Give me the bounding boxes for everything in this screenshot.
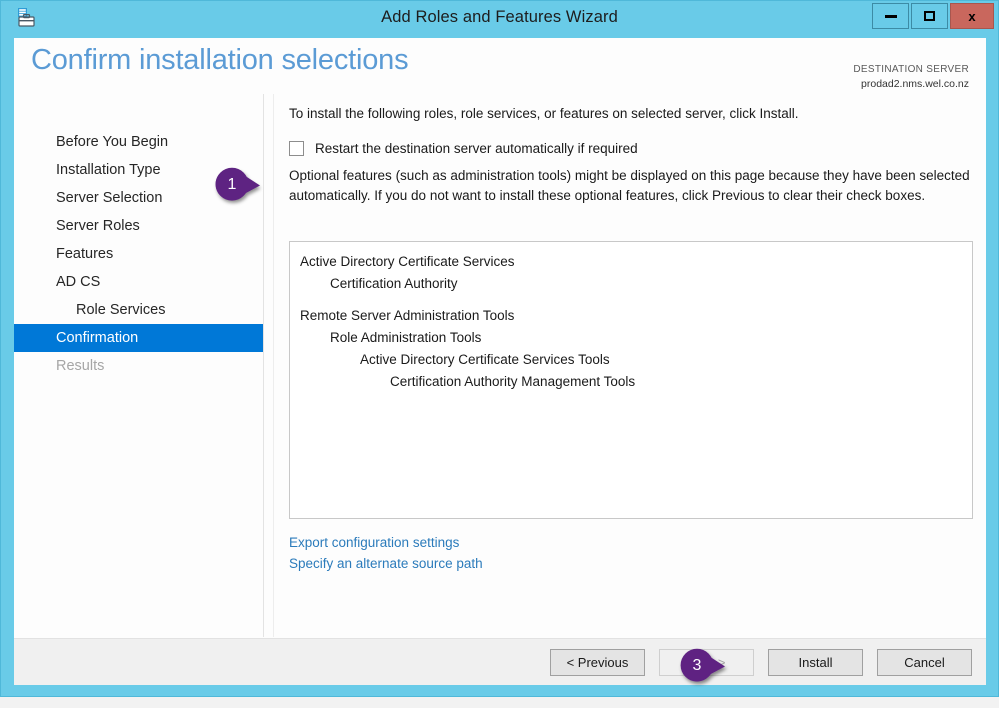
list-separator xyxy=(290,295,972,305)
sidebar-item-results: Results xyxy=(56,358,105,374)
links-group: Export configuration settings Specify an… xyxy=(289,532,483,574)
export-configuration-settings-link[interactable]: Export configuration settings xyxy=(289,532,483,553)
desktop-backdrop-content xyxy=(0,702,999,708)
restart-checkbox[interactable] xyxy=(289,141,304,156)
list-item: Remote Server Administration Tools xyxy=(300,308,515,323)
nav-divider-secondary xyxy=(273,94,274,637)
minimize-button[interactable] xyxy=(872,3,909,29)
destination-server-label: DESTINATION SERVER xyxy=(853,64,969,75)
sidebar-item-ad-cs[interactable]: AD CS xyxy=(14,268,263,296)
list-item: Active Directory Certificate Services To… xyxy=(360,352,610,367)
sidebar-item-confirmation[interactable]: Confirmation xyxy=(14,324,263,352)
callout-badge-3: 3 xyxy=(680,648,726,684)
screenshot-root: Add Roles and Features Wizard x Confirm … xyxy=(0,0,999,708)
sidebar-item-role-services[interactable]: Role Services xyxy=(14,296,263,324)
destination-server-block: DESTINATION SERVER prodad2.nms.wel.co.nz xyxy=(853,63,969,91)
page-header: Confirm installation selections DESTINAT… xyxy=(14,38,986,94)
server-toolbox-icon xyxy=(15,6,37,28)
intro-text: To install the following roles, role ser… xyxy=(289,106,799,121)
minimize-icon xyxy=(884,14,897,18)
maximize-icon xyxy=(924,11,935,21)
window-title: Add Roles and Features Wizard xyxy=(381,7,618,26)
sidebar-item-server-roles[interactable]: Server Roles xyxy=(14,212,263,240)
install-button[interactable]: Install xyxy=(768,649,863,676)
selection-listbox[interactable]: Active Directory Certificate Services Ce… xyxy=(289,241,973,519)
maximize-button[interactable] xyxy=(911,3,948,29)
cancel-button[interactable]: Cancel xyxy=(877,649,972,676)
body-area: Before You Begin Installation Type Serve… xyxy=(14,94,986,637)
callout-badge-1: 1 xyxy=(215,167,261,203)
optional-features-note: Optional features (such as administratio… xyxy=(289,168,970,203)
destination-server-value: prodad2.nms.wel.co.nz xyxy=(861,77,969,90)
restart-checkbox-label: Restart the destination server automatic… xyxy=(315,141,638,156)
wizard-step-nav: Before You Begin Installation Type Serve… xyxy=(14,128,263,380)
close-button[interactable]: x xyxy=(950,3,994,29)
restart-checkbox-row[interactable]: Restart the destination server automatic… xyxy=(289,141,638,156)
specify-alternate-source-path-link[interactable]: Specify an alternate source path xyxy=(289,553,483,574)
callout-badge-1-number: 1 xyxy=(227,176,237,193)
client-area: Confirm installation selections DESTINAT… xyxy=(14,38,986,685)
main-pane: To install the following roles, role ser… xyxy=(276,94,986,637)
footer-buttons: < Previous Next > Install Cancel xyxy=(550,649,972,676)
sidebar-item-features[interactable]: Features xyxy=(14,240,263,268)
list-item: Role Administration Tools xyxy=(330,330,482,345)
list-item: Certification Authority xyxy=(330,276,458,291)
window-controls: x xyxy=(872,3,994,29)
callout-badge-3-number: 3 xyxy=(692,657,702,674)
sidebar-item-before-you-begin[interactable]: Before You Begin xyxy=(14,128,263,156)
page-title: Confirm installation selections xyxy=(31,44,409,76)
close-icon: x xyxy=(968,8,976,24)
previous-button[interactable]: < Previous xyxy=(550,649,645,676)
list-item: Certification Authority Management Tools xyxy=(390,374,636,389)
nav-divider xyxy=(263,94,264,637)
list-item: Active Directory Certificate Services xyxy=(300,254,515,269)
footer-bar: < Previous Next > Install Cancel xyxy=(14,638,986,685)
title-bar[interactable]: Add Roles and Features Wizard x xyxy=(1,1,998,33)
wizard-window: Add Roles and Features Wizard x Confirm … xyxy=(0,0,999,697)
